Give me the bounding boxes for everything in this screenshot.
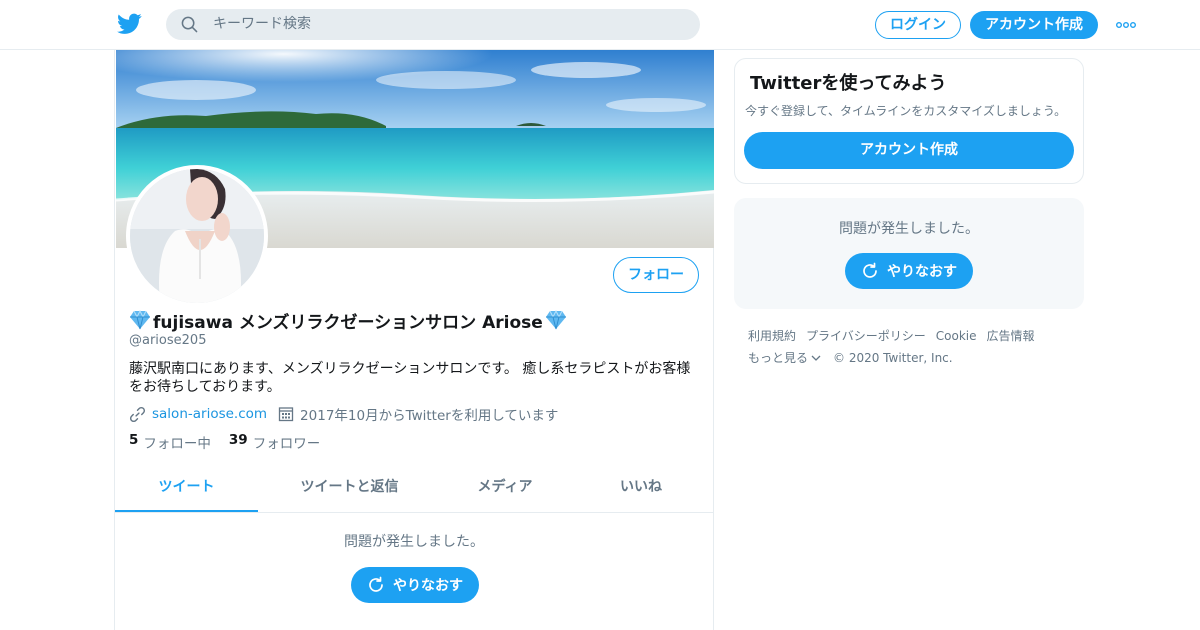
timeline-error-text: 問題が発生しました。 [344,534,484,550]
twitter-bird-icon[interactable] [117,13,142,35]
tab-likes[interactable]: いいね [569,464,713,512]
sidebar-footer: 利用規約 プライバシーポリシー Cookie 広告情報 もっと見る © 2020… [748,325,1078,369]
search-placeholder: キーワード検索 [213,16,311,32]
profile-name-text: fujisawa メンズリラクゼーションサロン Ariose [153,312,543,333]
footer-copyright: © 2020 Twitter, Inc. [833,351,953,365]
sidebar-retry-button[interactable]: やりなおす [845,253,973,289]
profile-meta: salon-ariose.com 2017年10月からTwitterを利用してい… [129,404,558,424]
profile-tabs: ツイート ツイートと返信 メディア いいね [115,464,713,513]
sidebar-retry-label: やりなおす [887,264,957,280]
signup-card-title: Twitterを使ってみよう [750,73,947,94]
top-bar: キーワード検索 ログイン アカウント作成 [0,0,1200,50]
signup-button[interactable]: アカウント作成 [970,11,1098,39]
profile-website-link[interactable]: salon-ariose.com [152,406,267,422]
followers-label[interactable]: フォロワー [253,432,321,452]
following-count[interactable]: 5 [129,432,138,452]
footer-link-cookie[interactable]: Cookie [936,325,977,347]
follow-button[interactable]: フォロー [613,257,699,293]
more-options-icon[interactable] [1116,21,1136,29]
sidebar-error-text: 問題が発生しました。 [839,221,979,237]
refresh-icon [863,262,877,278]
footer-link-ads[interactable]: 広告情報 [987,325,1035,347]
link-icon [129,406,146,422]
profile-joined-date: 2017年10月からTwitterを利用しています [300,408,559,424]
calendar-icon [278,407,294,422]
profile-bio: 藤沢駅南口にあります、メンズリラクゼーションサロンです。 癒し系セラピストがお客… [129,361,691,395]
signup-card-button[interactable]: アカウント作成 [744,132,1074,169]
signup-card: Twitterを使ってみよう 今すぐ登録して、タイムラインをカスタマイズしましょ… [734,58,1084,184]
chevron-down-icon[interactable] [811,354,821,362]
profile-counts: 5 フォロー中 39 フォロワー [129,432,338,452]
search-input[interactable]: キーワード検索 [166,9,700,40]
tab-media[interactable]: メディア [441,464,569,512]
profile-avatar[interactable] [126,165,268,307]
profile-name: fujisawa メンズリラクゼーションサロン Ariose [129,308,567,333]
tab-tweets[interactable]: ツイート [115,464,258,512]
timeline-retry-label: やりなおす [393,578,463,594]
following-label[interactable]: フォロー中 [143,432,211,452]
followers-count[interactable]: 39 [229,432,248,452]
timeline-retry-button[interactable]: やりなおす [351,567,479,603]
profile-column: フォロー fujisawa メンズリラクゼーションサロン Ariose @ari… [114,50,714,630]
tab-tweets-and-replies[interactable]: ツイートと返信 [258,464,441,512]
footer-link-terms[interactable]: 利用規約 [748,325,796,347]
refresh-icon [369,576,383,592]
signup-card-subtitle: 今すぐ登録して、タイムラインをカスタマイズしましょう。 [745,104,1067,118]
footer-link-privacy[interactable]: プライバシーポリシー [806,325,926,347]
sidebar-error-card: 問題が発生しました。 やりなおす [734,198,1084,309]
diamond-icon [545,310,566,330]
footer-more-link[interactable]: もっと見る [748,347,808,369]
diamond-icon [130,310,150,330]
login-button[interactable]: ログイン [875,11,961,39]
search-icon [181,16,198,33]
profile-handle[interactable]: @ariose205 [129,333,206,348]
